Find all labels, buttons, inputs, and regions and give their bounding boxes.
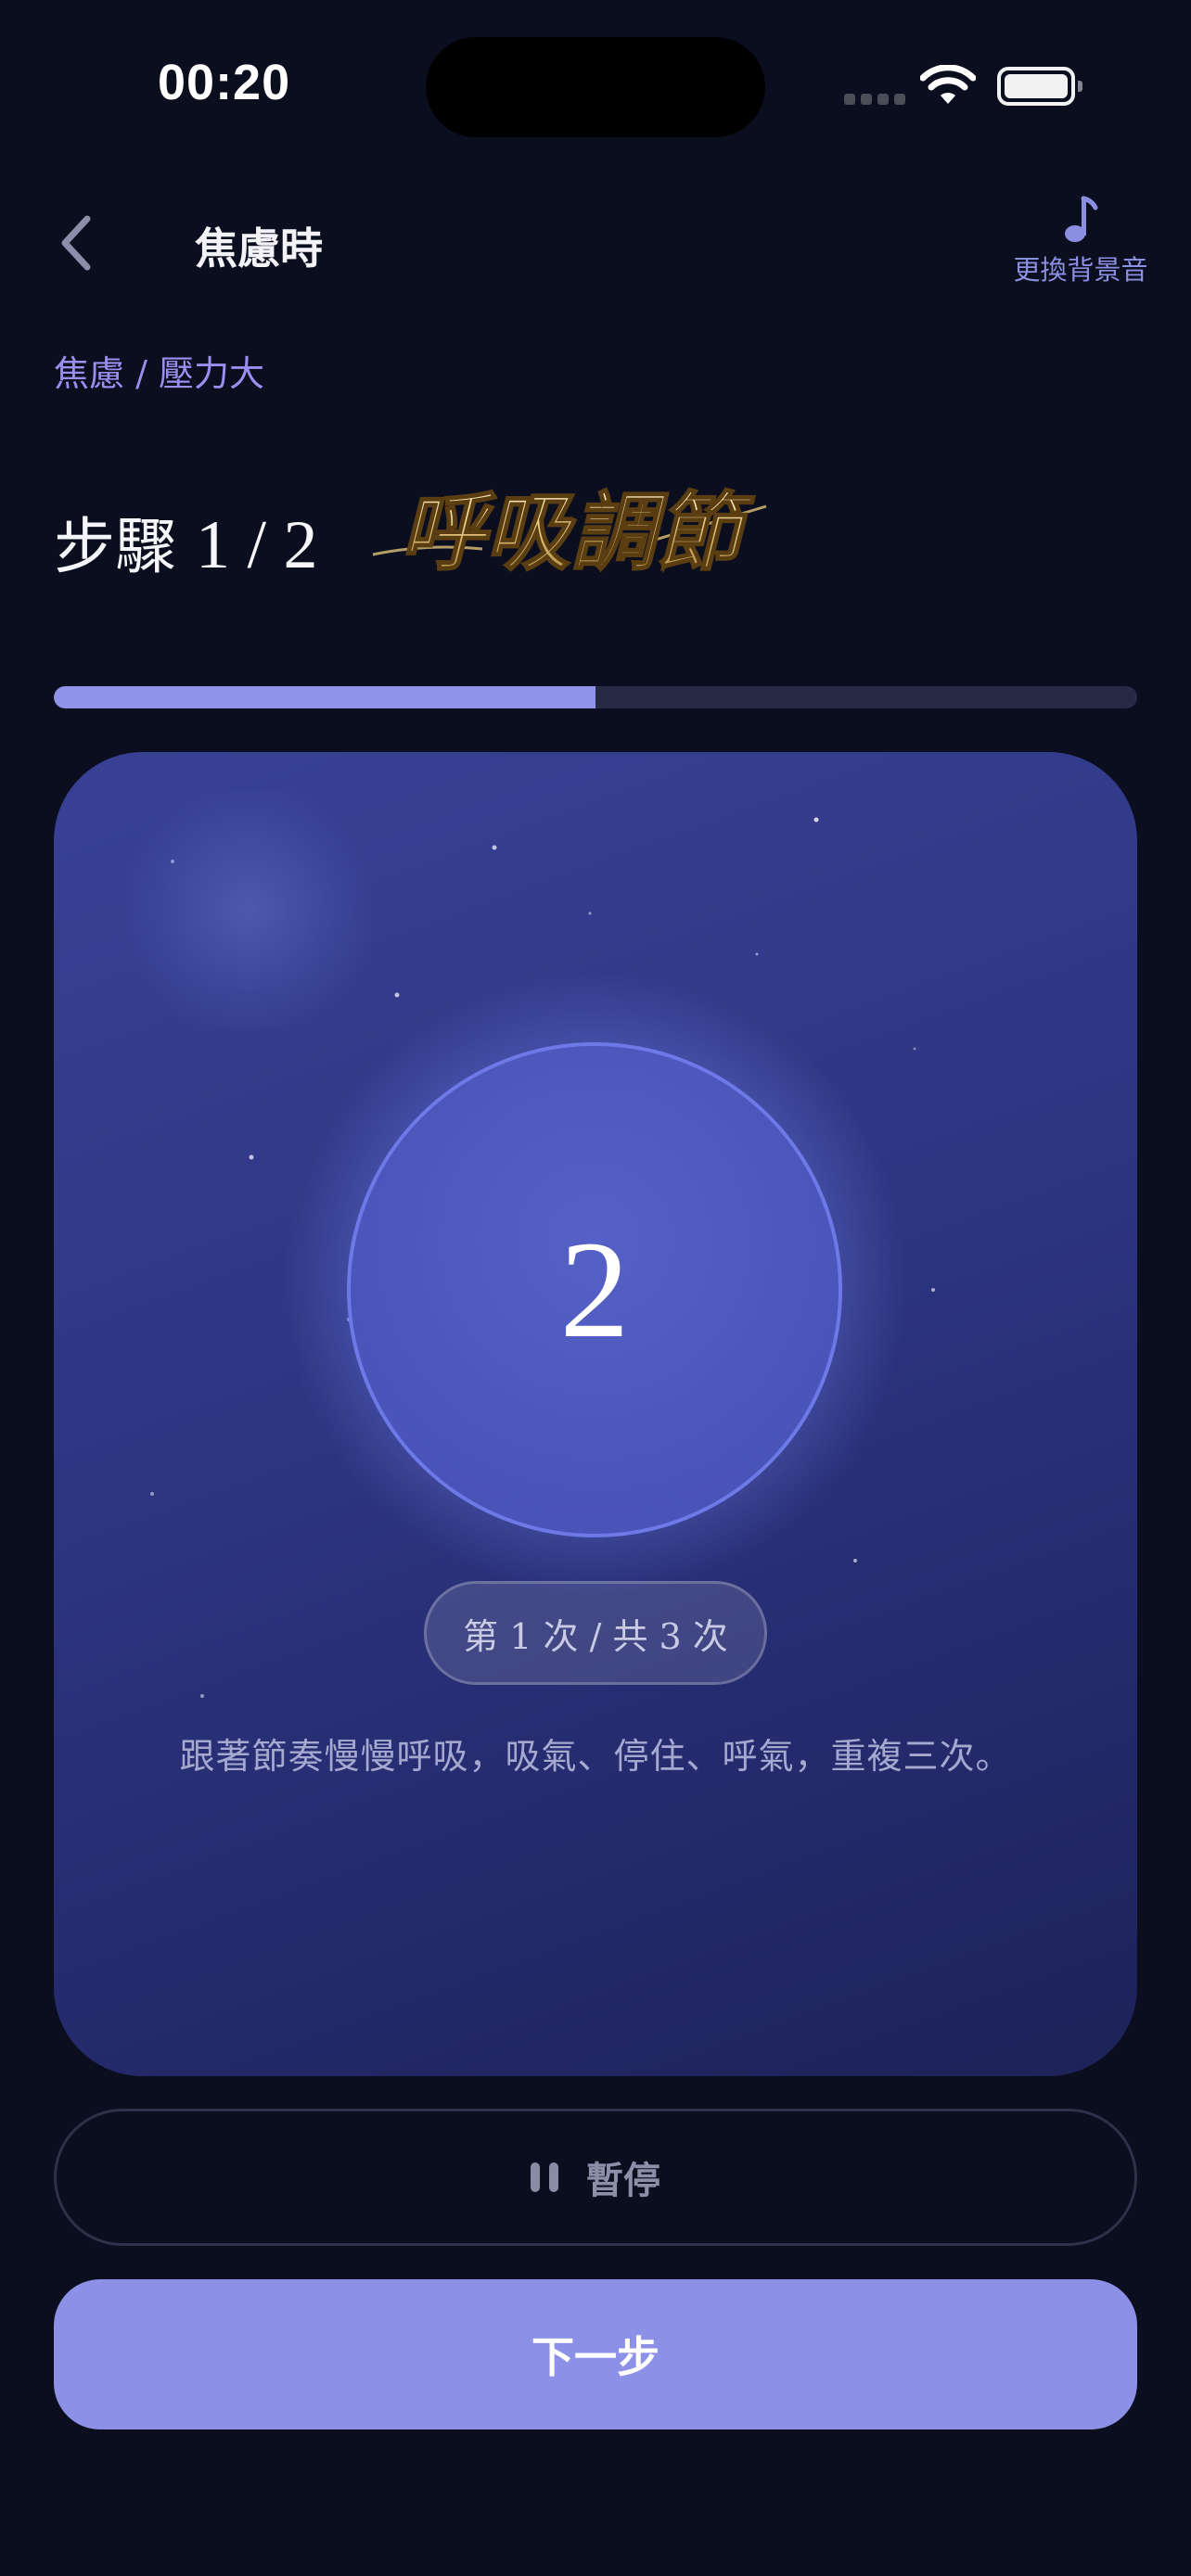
calligraphy-title-image: 呼吸調節 bbox=[372, 481, 767, 583]
back-button[interactable] bbox=[54, 211, 100, 274]
battery-icon bbox=[997, 67, 1082, 106]
step-prefix: 步驟 bbox=[54, 511, 176, 582]
breathing-card: 2 第 1 次 / 共 3 次 跟著節奏慢慢呼吸，吸氣、停住、呼氣，重複三次。 bbox=[54, 752, 1137, 2076]
progress-fill bbox=[54, 686, 596, 708]
change-background-sound-button[interactable]: 更換背景音 bbox=[1002, 193, 1159, 287]
next-step-label: 下一步 bbox=[531, 2332, 660, 2382]
next-step-button[interactable]: 下一步 bbox=[54, 2279, 1137, 2429]
screen: 00:20 焦慮時 更換背景音 焦慮 / 壓力大 步驟 1 / 2 呼吸調節 2… bbox=[0, 0, 1191, 2576]
wifi-icon bbox=[920, 65, 976, 104]
calligraphy-title-text: 呼吸調節 bbox=[400, 482, 755, 582]
status-time: 00:20 bbox=[158, 55, 291, 110]
pause-icon bbox=[531, 2162, 558, 2192]
page-title: 焦慮時 bbox=[195, 223, 323, 274]
step-progress-bar bbox=[54, 686, 1137, 708]
step-counter: 1 / 2 bbox=[195, 507, 318, 583]
repeat-counter-badge: 第 1 次 / 共 3 次 bbox=[424, 1581, 767, 1685]
step-label: 步驟 1 / 2 bbox=[54, 497, 318, 586]
breathing-circle: 2 bbox=[347, 1042, 842, 1537]
cellular-signal-icon bbox=[844, 94, 905, 105]
instruction-text: 跟著節奏慢慢呼吸，吸氣、停住、呼氣，重複三次。 bbox=[179, 1736, 1012, 1777]
breadcrumb: 焦慮 / 壓力大 bbox=[54, 353, 264, 394]
dynamic-island bbox=[426, 37, 765, 137]
breath-count: 2 bbox=[559, 1213, 630, 1367]
pause-button[interactable]: 暫停 bbox=[54, 2109, 1137, 2246]
music-label: 更換背景音 bbox=[1013, 254, 1148, 286]
music-note-icon bbox=[1065, 196, 1098, 242]
pause-label: 暫停 bbox=[586, 2159, 660, 2202]
